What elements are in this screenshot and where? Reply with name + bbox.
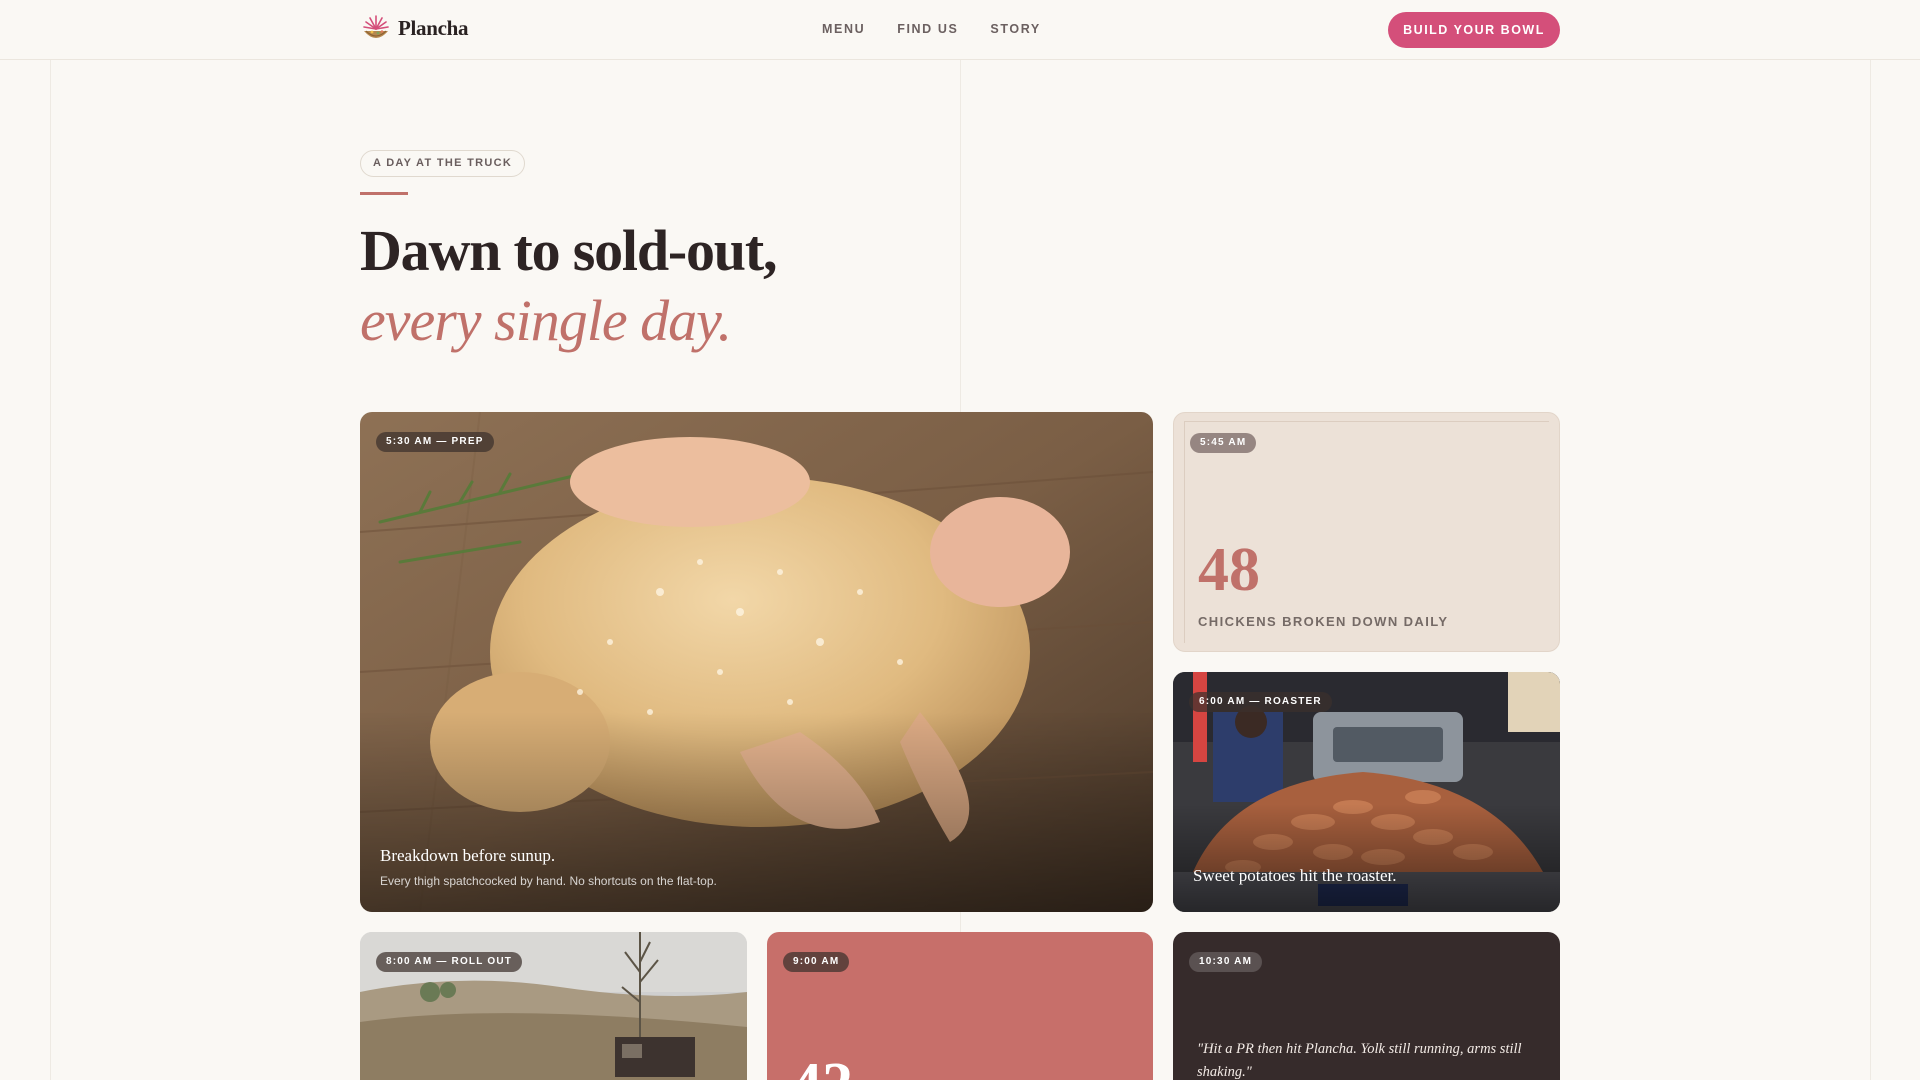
card-caption-title: Sweet potatoes hit the roaster. — [1193, 866, 1397, 885]
testimonial-quote-card: 10:30 AM "Hit a PR then hit Plancha. Yol… — [1173, 932, 1560, 1080]
guide-line-right — [1870, 60, 1871, 1080]
time-tag: 6:00 AM — ROASTER — [1189, 692, 1332, 712]
card-caption-subtitle: Every thigh spatchcocked by hand. No sho… — [380, 874, 717, 888]
brand-name: Plancha — [398, 15, 469, 40]
card-inner-rule-vertical — [1184, 421, 1185, 643]
roaster-photo-card[interactable]: 6:00 AM — ROASTER Sweet potatoes hit the… — [1173, 672, 1560, 912]
card-caption-title: Breakdown before sunup. — [380, 846, 556, 865]
nav-menu[interactable]: MENU — [822, 22, 865, 36]
stat-number: 42 — [791, 1054, 853, 1080]
top-navigation-bar: Plancha MENU FIND US STORY BUILD YOUR BO… — [0, 0, 1920, 60]
chickens-stat-card: 5:45 AM 48 CHICKENS BROKEN DOWN DAILY — [1173, 412, 1560, 652]
prep-photo-card[interactable]: 5:30 AM — PREP Breakdown before sunup. E… — [360, 412, 1153, 912]
card-inner-rule — [1184, 421, 1549, 422]
raw-chicken-photo — [360, 412, 1153, 912]
testimonial-quote: "Hit a PR then hit Plancha. Yolk still r… — [1197, 1041, 1522, 1080]
time-tag: 5:45 AM — [1190, 433, 1257, 453]
section-eyebrow: A DAY AT THE TRUCK — [360, 150, 526, 177]
nine-am-stat-card: 9:00 AM 42 — [767, 932, 1153, 1080]
time-tag: 8:00 AM — ROLL OUT — [376, 952, 523, 972]
hero-title-italic: every single day. — [360, 288, 732, 353]
time-tag: 9:00 AM — [783, 952, 850, 972]
stat-number: 48 — [1198, 536, 1260, 604]
guide-line-left — [50, 60, 51, 1080]
build-your-bowl-button[interactable]: BUILD YOUR BOWL — [1388, 12, 1560, 48]
main-nav: MENU FIND US STORY — [822, 22, 1041, 36]
time-tag: 10:30 AM — [1189, 952, 1263, 972]
nav-story[interactable]: STORY — [990, 22, 1040, 36]
time-tag: 5:30 AM — PREP — [376, 432, 494, 452]
plancha-logo-icon — [363, 15, 389, 38]
brand[interactable]: Plancha — [360, 12, 469, 44]
hero-title: Dawn to sold-out, — [360, 218, 777, 283]
nav-find-us[interactable]: FIND US — [897, 22, 958, 36]
rollout-photo-card[interactable]: 8:00 AM — ROLL OUT — [360, 932, 747, 1080]
accent-rule — [360, 192, 408, 195]
stat-label: CHICKENS BROKEN DOWN DAILY — [1198, 614, 1449, 629]
